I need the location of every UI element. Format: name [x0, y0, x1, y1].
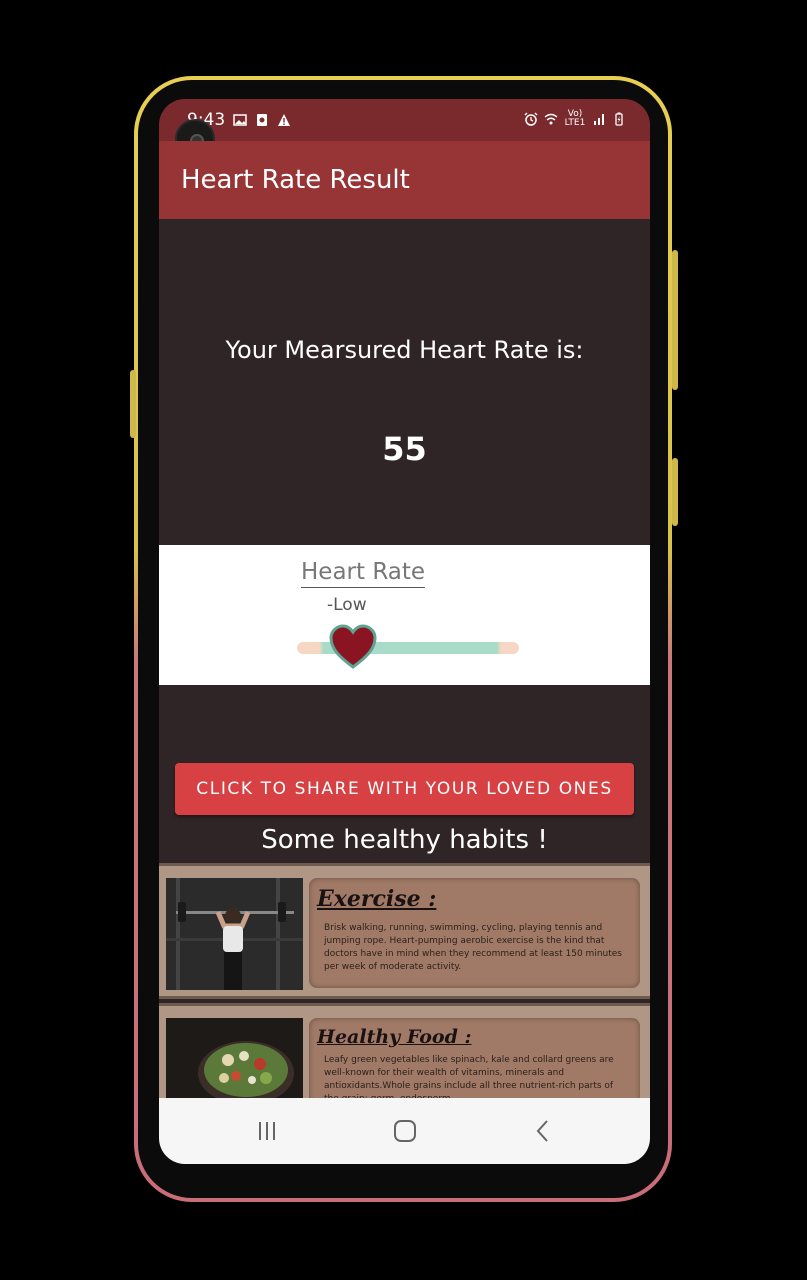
battery-icon: [615, 112, 623, 126]
recent-apps-button[interactable]: [247, 1116, 287, 1146]
exercise-info-panel: Exercise : Brisk walking, running, swimm…: [309, 878, 640, 988]
page-title: Heart Rate Result: [181, 165, 410, 195]
healthy-food-image: [166, 1018, 303, 1106]
habit-card-exercise[interactable]: Exercise : Brisk walking, running, swimm…: [159, 863, 650, 999]
heart-icon: [328, 624, 377, 669]
share-button[interactable]: CLICK TO SHARE WITH YOUR LOVED ONES: [175, 763, 634, 815]
phone-screen: 9:43 Vo) LTE1 Heart Rate Result Your Mea…: [159, 99, 650, 1164]
status-bar: 9:43 Vo) LTE1: [159, 99, 650, 141]
measured-rate-label: Your Mearsured Heart Rate is:: [225, 336, 584, 364]
healthy-habits-heading: Some healthy habits !: [261, 825, 548, 855]
healthy-food-info-panel: Healthy Food : Leafy green vegetables li…: [309, 1018, 640, 1108]
home-icon: [394, 1120, 416, 1142]
app-bar: Heart Rate Result: [159, 141, 650, 219]
wifi-icon: [544, 113, 558, 125]
gauge-level-label: -Low: [327, 595, 367, 615]
habit-description: Brisk walking, running, swimming, cyclin…: [324, 923, 622, 972]
signal-icon: [594, 114, 604, 125]
back-icon: [536, 1120, 548, 1142]
volume-button: [130, 370, 136, 438]
exercise-image: [166, 878, 303, 990]
notification-icon: [257, 114, 268, 126]
image-icon: [233, 114, 247, 126]
alarm-icon: [524, 112, 538, 126]
habit-card-healthy-food[interactable]: Healthy Food : Leafy green vegetables li…: [159, 1003, 650, 1108]
recent-apps-icon: [259, 1122, 275, 1140]
warning-icon: [278, 114, 291, 126]
home-button[interactable]: [385, 1116, 425, 1146]
power-button: [672, 250, 678, 390]
gauge-title: Heart Rate: [301, 559, 426, 588]
system-navigation-bar: [159, 1098, 650, 1164]
back-button[interactable]: [523, 1116, 563, 1146]
heart-rate-value: 55: [382, 430, 427, 468]
habit-title: Exercise :: [317, 886, 437, 912]
habit-title: Healthy Food :: [317, 1026, 472, 1048]
heart-rate-gauge-card: Heart Rate -Low: [159, 545, 650, 685]
side-key-button: [672, 458, 678, 526]
network-label: Vo) LTE1: [564, 109, 586, 128]
